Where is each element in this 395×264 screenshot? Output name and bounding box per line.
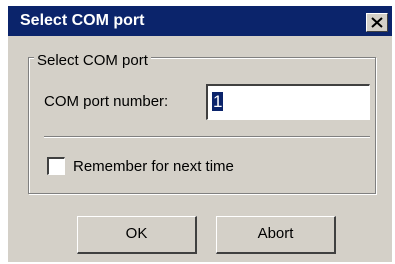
abort-button[interactable]: Abort — [216, 216, 336, 254]
remember-checkbox[interactable] — [47, 157, 65, 175]
ok-button[interactable]: OK — [77, 216, 197, 254]
close-icon — [371, 17, 383, 28]
window-title: Select COM port — [20, 12, 145, 29]
com-port-number-label: COM port number: — [44, 93, 169, 110]
com-port-number-input[interactable]: 1 — [206, 84, 370, 120]
separator — [44, 136, 370, 138]
groupbox-title: Select COM port — [34, 52, 151, 70]
com-port-number-value: 1 — [212, 92, 224, 111]
title-bar[interactable]: Select COM port — [8, 6, 392, 36]
close-button[interactable] — [366, 13, 388, 32]
remember-checkbox-label[interactable]: Remember for next time — [73, 158, 234, 176]
